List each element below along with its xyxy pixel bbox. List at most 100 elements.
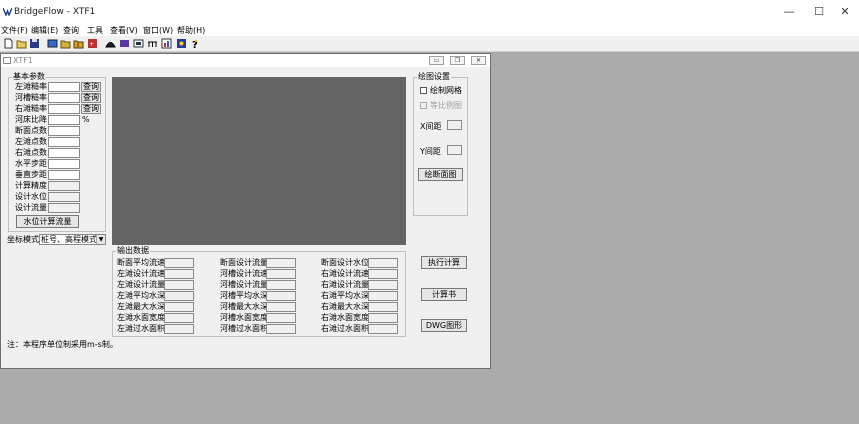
report-button[interactable]: 计算书: [421, 288, 467, 301]
execute-calc-button[interactable]: 执行计算: [421, 256, 467, 269]
coord-mode-label: 坐标模式: [7, 235, 39, 244]
dwg-button[interactable]: DWG图形: [421, 319, 467, 332]
child-title-bar: XTF1 ▭ ❐ ✕: [1, 54, 490, 67]
app-icon: [3, 7, 12, 16]
output-label: 右滩平均水深: [321, 291, 369, 300]
section-points-input[interactable]: [48, 126, 80, 136]
output-label: 右滩最大水深: [321, 302, 369, 311]
level-calc-flow-button[interactable]: 水位计算流量: [16, 215, 79, 228]
output-field[interactable]: [368, 313, 398, 323]
output-field[interactable]: [164, 269, 194, 279]
output-field[interactable]: [266, 280, 296, 290]
precision-input[interactable]: [48, 181, 80, 191]
child-close-button[interactable]: ✕: [471, 56, 486, 65]
output-label: 河槽水面宽度: [220, 313, 268, 322]
param-label-left-points: 左滩点数: [15, 137, 47, 146]
output-field[interactable]: [266, 258, 296, 268]
output-field[interactable]: [266, 313, 296, 323]
new-file-icon[interactable]: [3, 38, 14, 49]
right-points-input[interactable]: [48, 148, 80, 158]
output-label: 断面设计水位: [321, 258, 369, 267]
left-roughness-query-button[interactable]: 查询: [81, 82, 101, 92]
output-field[interactable]: [368, 258, 398, 268]
menu-tools[interactable]: 工具: [87, 25, 103, 36]
output-field[interactable]: [368, 280, 398, 290]
output-field[interactable]: [164, 280, 194, 290]
output-field[interactable]: [266, 269, 296, 279]
design-level-input[interactable]: [48, 192, 80, 202]
menu-window[interactable]: 窗口(W): [143, 25, 173, 36]
unit-note: 注：本程序单位制采用m-s制。: [7, 340, 118, 349]
output-field[interactable]: [164, 291, 194, 301]
chevron-down-icon[interactable]: ▼: [96, 235, 105, 244]
coord-mode-value: 桩号、高程模式: [41, 235, 97, 244]
x-spacing-label: X间距: [420, 122, 442, 131]
y-spacing-label: Y间距: [420, 147, 441, 156]
output-label: 河槽过水面积: [220, 324, 268, 333]
output-field[interactable]: [266, 302, 296, 312]
y-spacing-input[interactable]: [447, 145, 462, 155]
bed-slope-input[interactable]: [48, 115, 80, 125]
draw-grid-checkbox[interactable]: [420, 87, 427, 94]
calculate-icon[interactable]: +: [87, 38, 98, 49]
right-roughness-input[interactable]: [48, 104, 80, 114]
child-window-title: XTF1: [13, 56, 33, 65]
output-field[interactable]: [368, 324, 398, 334]
minimize-button[interactable]: —: [775, 4, 803, 20]
horizontal-step-input[interactable]: [48, 159, 80, 169]
child-window-xtf1: XTF1 ▭ ❐ ✕ 基本参数 左滩糙率 查询 河槽糙率 查询 右滩糙率 查询 …: [0, 53, 491, 369]
bridge-icon[interactable]: [147, 38, 158, 49]
channel-roughness-input[interactable]: [48, 93, 80, 103]
chart-icon[interactable]: [161, 38, 172, 49]
preview-icon[interactable]: [133, 38, 144, 49]
output-field[interactable]: [368, 291, 398, 301]
menu-view[interactable]: 查看(V): [110, 25, 138, 36]
channel-roughness-query-button[interactable]: 查询: [81, 93, 101, 103]
output-field[interactable]: [266, 291, 296, 301]
x-spacing-input[interactable]: [447, 120, 462, 130]
output-field[interactable]: [164, 258, 194, 268]
print-icon[interactable]: [119, 38, 130, 49]
output-field[interactable]: [368, 269, 398, 279]
menu-query[interactable]: 查询: [63, 25, 79, 36]
save-icon[interactable]: [29, 38, 40, 49]
output-field[interactable]: [164, 313, 194, 323]
output-label: 河槽平均水深: [220, 291, 268, 300]
draw-section-button[interactable]: 绘断面图: [418, 168, 463, 181]
table-icon[interactable]: [47, 38, 58, 49]
param-label-bed-slope: 河床比降: [15, 115, 47, 124]
output-field[interactable]: [266, 324, 296, 334]
param-label-section-points: 断面点数: [15, 126, 47, 135]
output-field[interactable]: [368, 302, 398, 312]
equal-ratio-label: 等比例图: [430, 101, 462, 110]
design-flow-input[interactable]: [48, 203, 80, 213]
drawing-settings-title: 绘图设置: [417, 72, 451, 82]
child-minimize-button[interactable]: ▭: [429, 56, 444, 65]
vertical-step-input[interactable]: [48, 170, 80, 180]
output-label: 左滩设计流量: [117, 280, 165, 289]
menu-file[interactable]: 文件(F): [1, 25, 28, 36]
menu-edit[interactable]: 编辑(E): [31, 25, 58, 36]
menu-bar: 文件(F) 编辑(E) 查询 工具 查看(V) 窗口(W) 帮助(H): [0, 24, 859, 36]
maximize-button[interactable]: ☐: [805, 4, 833, 20]
import-icon[interactable]: [73, 38, 84, 49]
right-roughness-query-button[interactable]: 查询: [81, 104, 101, 114]
close-button[interactable]: ✕: [831, 4, 859, 20]
param-label-design-flow: 设计流量: [15, 203, 47, 212]
param-label-precision: 计算精度: [15, 181, 47, 190]
help-icon[interactable]: ?: [190, 38, 201, 49]
left-roughness-input[interactable]: [48, 82, 80, 92]
left-points-input[interactable]: [48, 137, 80, 147]
section-icon[interactable]: [105, 38, 116, 49]
equal-ratio-checkbox[interactable]: [420, 102, 427, 109]
child-restore-button[interactable]: ❐: [450, 56, 465, 65]
output-label: 右滩设计流速: [321, 269, 369, 278]
output-field[interactable]: [164, 302, 194, 312]
section-drawing-canvas[interactable]: [112, 77, 406, 245]
output-field[interactable]: [164, 324, 194, 334]
open-folder-icon[interactable]: [16, 38, 27, 49]
open-data-icon[interactable]: [60, 38, 71, 49]
about-icon[interactable]: [176, 38, 187, 49]
menu-help[interactable]: 帮助(H): [177, 25, 205, 36]
coord-mode-select[interactable]: 桩号、高程模式 ▼: [39, 234, 106, 245]
